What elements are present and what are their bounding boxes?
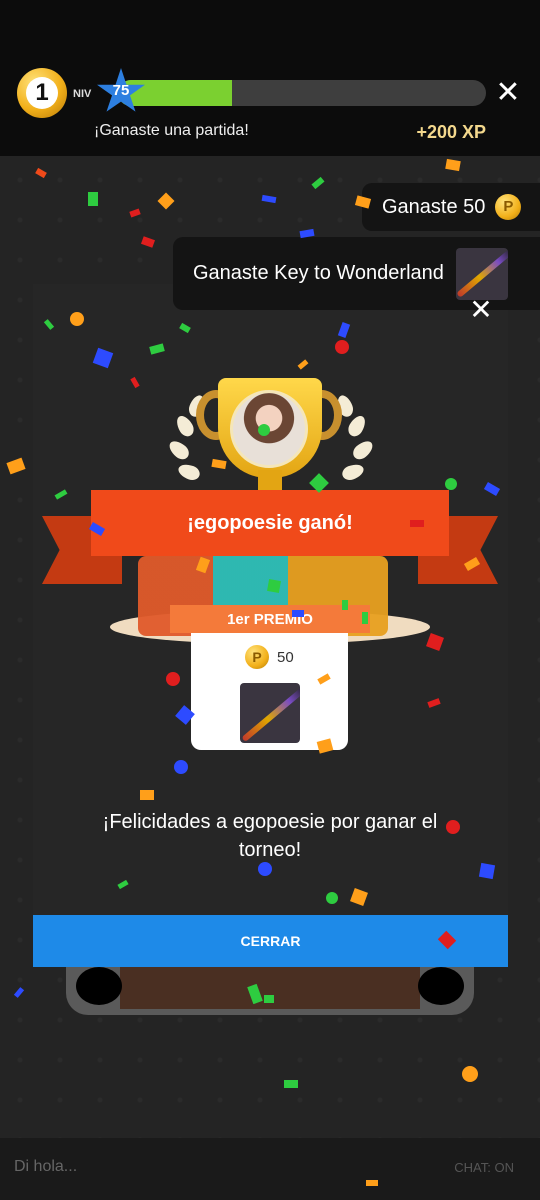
reward-toast-coins: Ganaste 50 P [362, 183, 540, 231]
prize-coins: P 50 [245, 645, 294, 669]
chat-input[interactable]: Di hola... [14, 1158, 77, 1176]
level-value: 75 [112, 82, 130, 99]
confetti-piece [478, 862, 496, 880]
confetti-piece [292, 610, 304, 617]
coin-icon: P [495, 194, 522, 220]
top-status-bar: 1 NIV 75 ✕ ¡Ganaste una partida! +200 XP [0, 0, 540, 156]
close-icon[interactable]: ✕ [494, 78, 522, 108]
table-pocket-right [418, 967, 464, 1005]
chat-bar: Di hola... CHAT: ON [0, 1138, 540, 1200]
confetti-piece [362, 612, 368, 624]
xp-progress-bar [118, 80, 486, 106]
confetti-piece [326, 892, 338, 904]
close-button[interactable]: CERRAR [33, 915, 508, 967]
confetti-piece [88, 192, 98, 206]
cue-reward-icon [240, 683, 300, 743]
coin-icon: P [245, 645, 269, 669]
confetti-piece [267, 579, 281, 593]
confetti-piece [335, 340, 349, 354]
confetti-piece [410, 520, 424, 527]
confetti-piece [258, 424, 270, 436]
confetti-piece [140, 790, 154, 800]
confetti-piece [284, 1080, 298, 1088]
rank-ball-icon: 1 [17, 68, 67, 118]
confetti-piece [462, 1066, 478, 1082]
confetti-piece [446, 820, 460, 834]
confetti-piece [445, 478, 457, 490]
chat-toggle[interactable]: CHAT: ON [454, 1160, 514, 1175]
prize-coin-amount: 50 [277, 648, 294, 666]
level-label: NIV [73, 88, 92, 100]
confetti-piece [366, 1180, 378, 1186]
table-pocket-left [76, 967, 122, 1005]
rank-number: 1 [26, 77, 58, 109]
confetti-piece [264, 995, 274, 1003]
confetti-piece [166, 672, 180, 686]
game-status-text: ¡Ganaste una partida! [94, 122, 249, 139]
congratulations-message: ¡Felicidades a egopoesie por ganar el to… [102, 811, 438, 861]
winner-banner: ¡egopoesie ganó! [91, 490, 449, 556]
confetti-piece [342, 600, 348, 610]
confetti-piece [174, 760, 188, 774]
cue-icon [455, 247, 508, 300]
toast-text: Ganaste 50 [382, 195, 486, 218]
toast-text: Ganaste Key to Wonderland [193, 262, 444, 284]
close-icon[interactable]: ✕ [468, 296, 494, 324]
xp-gain-text: +200 XP [416, 122, 486, 142]
confetti-piece [70, 312, 84, 326]
confetti-piece [258, 862, 272, 876]
prize-rank-label: 1er PREMIO [170, 605, 370, 633]
